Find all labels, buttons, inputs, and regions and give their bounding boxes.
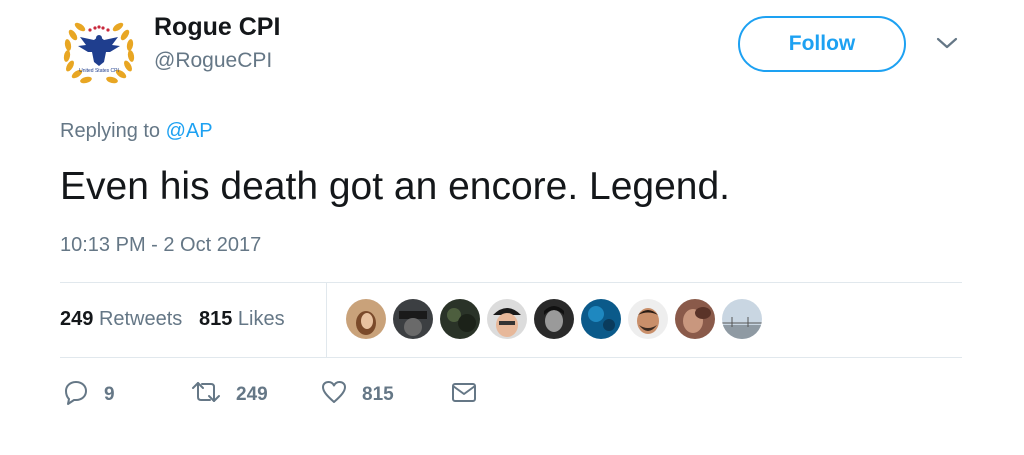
envelope-icon — [450, 378, 478, 412]
replying-to-label: Replying to — [60, 120, 161, 142]
retweets-count: 249 — [60, 308, 94, 330]
tweet-timestamp[interactable]: 10:13 PM - 2 Oct 2017 — [60, 233, 261, 257]
retweet-icon — [190, 378, 222, 412]
divider-top — [60, 282, 962, 283]
user-handle[interactable]: @RogueCPI — [154, 48, 272, 74]
direct-message-button[interactable] — [450, 380, 478, 410]
avatar[interactable]: United States CPI — [56, 10, 142, 96]
avatar-text: United States CPI — [79, 68, 119, 74]
liker-avatar[interactable] — [346, 299, 386, 339]
liker-avatar[interactable] — [628, 299, 668, 339]
liker-avatar[interactable] — [534, 299, 574, 339]
tweet-text: Even his death got an encore. Legend. — [60, 165, 731, 208]
retweet-button[interactable]: 249 — [190, 380, 268, 410]
liker-avatars — [346, 299, 766, 339]
divider-bottom — [60, 357, 962, 358]
chevron-down-icon[interactable] — [934, 34, 960, 52]
like-button[interactable]: 815 — [320, 380, 394, 410]
likes-stat[interactable]: 815 Likes — [199, 308, 285, 330]
reply-button[interactable]: 9 — [62, 380, 115, 410]
tweet-stats: 249 Retweets 815 Likes — [60, 306, 285, 332]
retweets-stat[interactable]: 249 Retweets — [60, 308, 182, 330]
liker-avatar[interactable] — [675, 299, 715, 339]
liker-avatar[interactable] — [581, 299, 621, 339]
display-name[interactable]: Rogue CPI — [154, 12, 280, 42]
liker-avatar[interactable] — [440, 299, 480, 339]
liker-avatar[interactable] — [393, 299, 433, 339]
retweets-label: Retweets — [98, 308, 183, 330]
avatar-emblem: United States CPI — [57, 11, 141, 95]
reply-icon — [62, 378, 90, 412]
tweet-actions: 9 249 815 — [62, 380, 522, 410]
heart-icon — [320, 378, 348, 412]
reply-count: 9 — [104, 384, 115, 405]
likes-count: 815 — [198, 308, 233, 330]
replying-to: Replying to @AP — [60, 119, 213, 143]
liker-avatar[interactable] — [722, 299, 762, 339]
follow-button[interactable]: Follow — [738, 16, 906, 72]
like-count: 815 — [362, 384, 394, 405]
reply-mention-link[interactable]: @AP — [166, 120, 213, 142]
likes-label: Likes — [237, 308, 285, 330]
stats-vertical-divider — [326, 283, 327, 357]
retweet-count: 249 — [236, 384, 268, 405]
liker-avatar[interactable] — [487, 299, 527, 339]
